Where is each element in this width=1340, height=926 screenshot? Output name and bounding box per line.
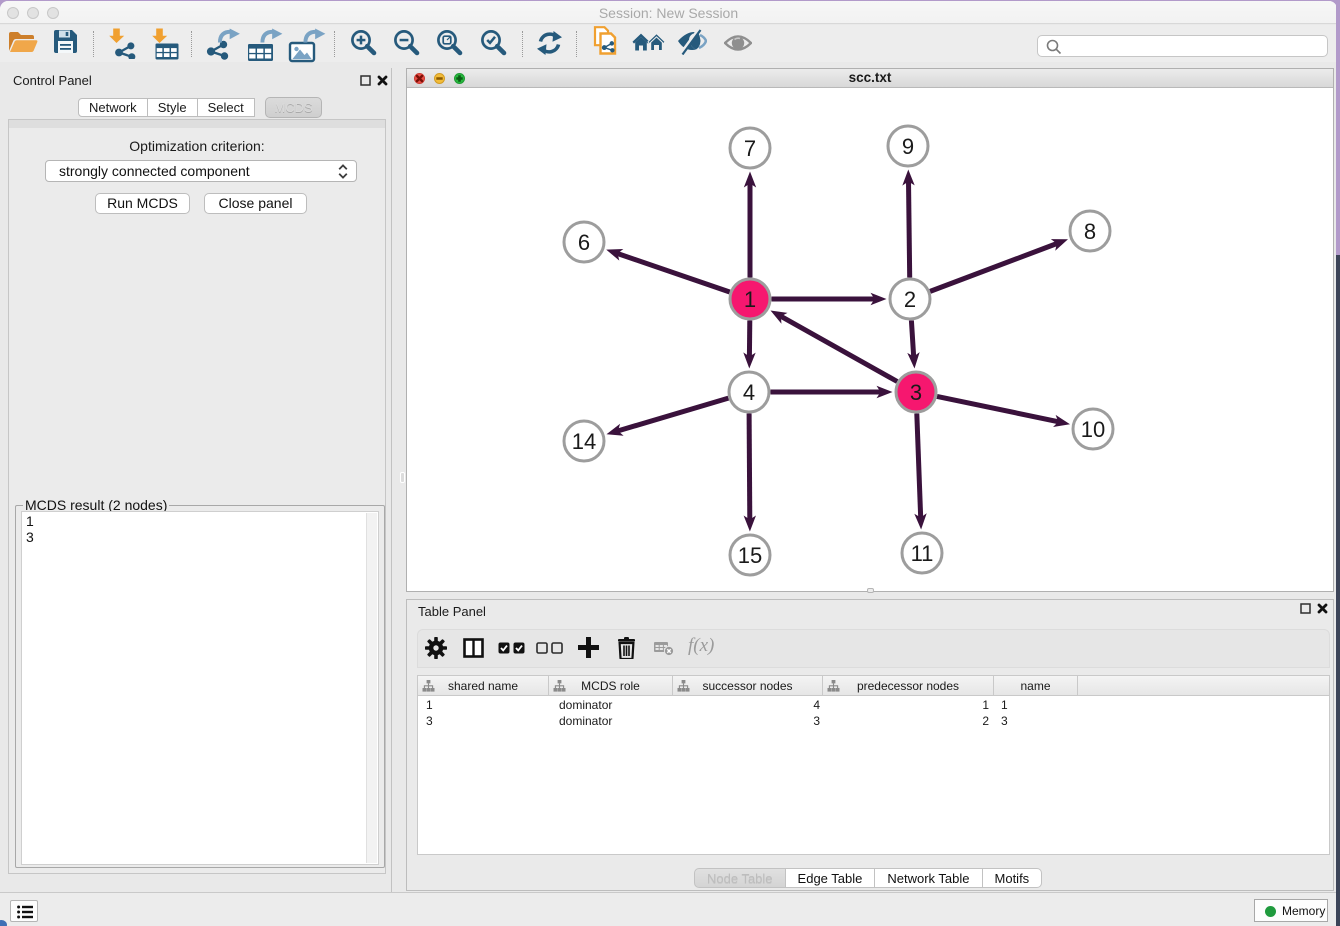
- svg-text:2: 2: [904, 287, 916, 312]
- svg-text:15: 15: [738, 543, 762, 568]
- svg-text:14: 14: [572, 429, 596, 454]
- svg-text:11: 11: [911, 541, 934, 566]
- svg-text:9: 9: [902, 134, 914, 159]
- svg-text:3: 3: [910, 380, 922, 405]
- svg-text:1: 1: [744, 287, 756, 312]
- svg-text:10: 10: [1081, 417, 1105, 442]
- svg-text:7: 7: [744, 136, 756, 161]
- svg-text:8: 8: [1084, 219, 1096, 244]
- svg-text:6: 6: [578, 230, 590, 255]
- svg-text:4: 4: [743, 380, 755, 405]
